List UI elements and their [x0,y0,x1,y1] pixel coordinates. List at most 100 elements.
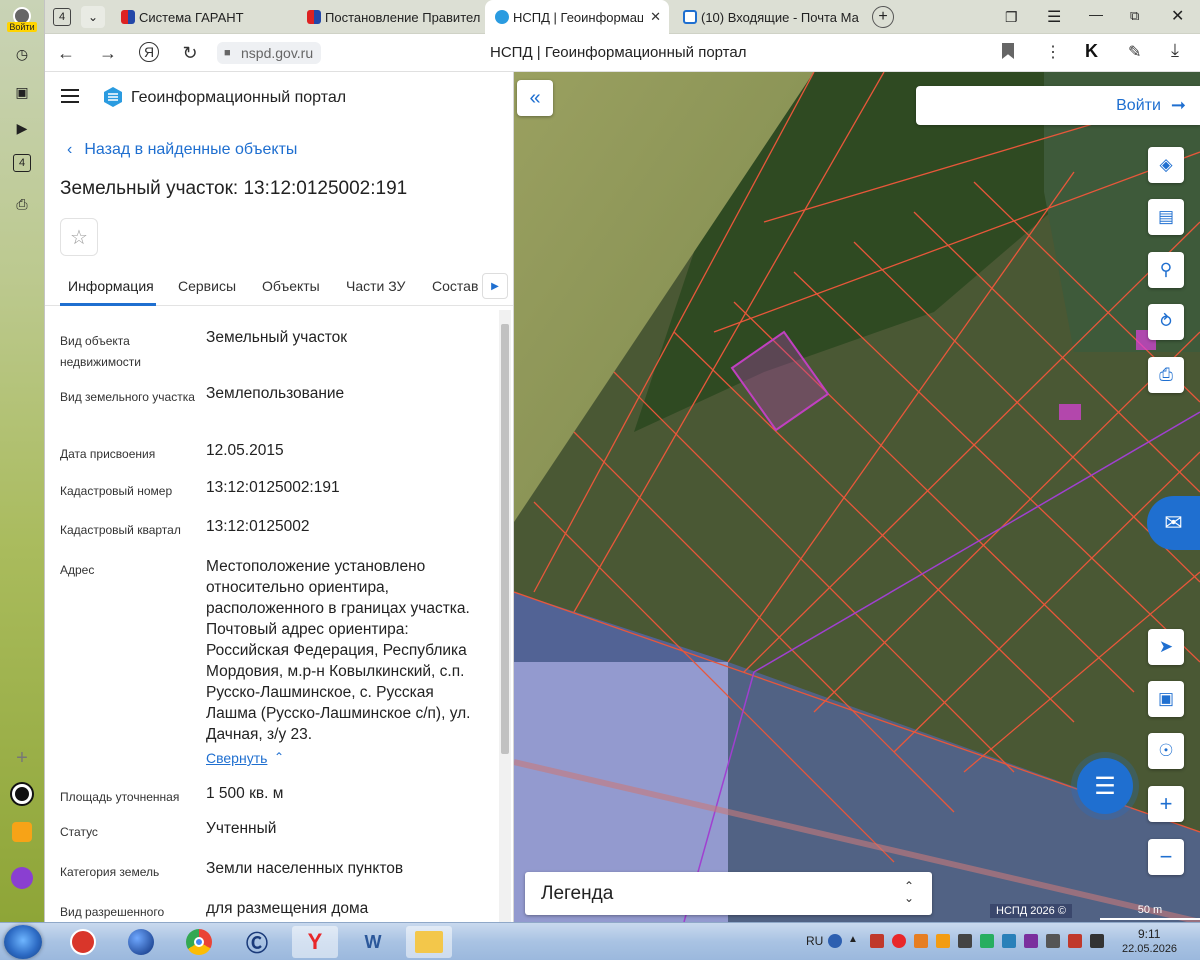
assistant-icon[interactable] [10,866,34,890]
scrollbar-thumb[interactable] [501,324,509,754]
tray-app-icon[interactable] [1002,934,1016,948]
tray-app-icon[interactable] [1068,934,1082,948]
portal-name[interactable]: Геоинформационный портал [131,89,346,107]
property-value: 13:12:0125002 [206,518,310,535]
login-label: Войти [1116,96,1161,114]
close-tab-icon[interactable]: ✕ [650,9,661,25]
play-icon[interactable]: ▶ [10,116,34,140]
property-label: Вид объекта недвижимости [60,334,141,369]
ruler-icon[interactable]: ▤ [1148,199,1184,235]
reload-icon[interactable]: ↻ [179,42,201,64]
clock-time[interactable]: 9:11 [1138,927,1160,941]
tab-title: (10) Входящие - Почта Ма [701,9,859,25]
tab-info[interactable]: Информация [68,278,154,294]
object-panel: Геоинформационный портал ‹ Назад в найден… [45,72,514,922]
c-app-icon[interactable]: Ⓒ [234,926,280,958]
garant-app-icon[interactable] [60,926,106,958]
kaspersky-icon[interactable]: K [1085,41,1098,62]
tray-app-icon[interactable] [980,934,994,948]
property-label: Кадастровый квартал [60,523,181,537]
volume-icon[interactable] [958,934,972,948]
panel-scrollbar[interactable] [499,310,511,922]
location-search-icon[interactable]: ☉ [1148,733,1184,769]
hamburger-menu-icon[interactable] [61,89,79,103]
favorite-star-icon[interactable]: ☆ [60,218,98,256]
tab-count-badge[interactable]: 4 [53,8,71,26]
profile-login-label: Войти [7,21,37,32]
tab-mail[interactable]: (10) Входящие - Почта Ма [673,0,859,34]
chrome-icon[interactable] [176,926,222,958]
tabs-scroll-right-icon[interactable]: ▶ [482,273,508,299]
collapse-address-link[interactable]: Свернуть [206,750,267,766]
add-icon[interactable]: + [10,746,34,770]
word-icon[interactable]: W [350,926,396,958]
chevron-up-icon[interactable]: ⌃ [274,750,284,764]
forward-icon[interactable]: → [97,42,119,64]
clock-date[interactable]: 22.05.2026 [1122,943,1177,955]
downloads-icon[interactable]: ⤓ [1171,40,1179,61]
yandex-icon[interactable]: Я [139,42,159,62]
expand-collapse-icon[interactable]: ⌃ ⌄ [904,880,914,904]
chat-icon[interactable]: ☰ [1077,758,1133,814]
layers-icon[interactable]: ◈ [1148,147,1184,183]
login-button[interactable]: Войти ➞ [916,86,1200,125]
profile-icon[interactable]: Войти [7,4,37,34]
collections-icon[interactable]: ▣ [10,80,34,104]
zoom-out-icon[interactable]: − [1148,839,1184,875]
tray-app-icon[interactable] [914,934,928,948]
menu-icon[interactable]: ☰ [1047,7,1061,27]
history-icon[interactable]: ◷ [10,42,34,66]
tray-expand-icon[interactable]: ▲ [848,934,862,948]
network-icon[interactable] [1090,934,1104,948]
print-icon[interactable]: ⎙ [1148,357,1184,393]
browser-globe-icon[interactable] [118,926,164,958]
mail-icon[interactable] [10,820,34,844]
tray-app-icon[interactable] [936,934,950,948]
restore-icon[interactable]: ⧉ [1130,8,1139,24]
lock-icon: ■ [224,47,231,59]
help-icon[interactable] [828,934,842,948]
tab-parts[interactable]: Части ЗУ [346,278,405,294]
tab-objects[interactable]: Объекты [262,278,320,294]
tab-services[interactable]: Сервисы [178,278,236,294]
minimize-icon[interactable]: — [1089,6,1103,22]
gosuslugi-feedback-icon[interactable]: ✉ [1147,496,1200,550]
building-marker [1059,404,1081,420]
property-label: Площадь уточненная [60,790,180,804]
tab-garant[interactable]: Система ГАРАНТ [111,0,295,34]
back-to-results-link[interactable]: ‹ Назад в найденные объекты [67,141,297,159]
signal-icon[interactable] [870,934,884,948]
more-icon[interactable]: ⋮ [1045,42,1061,62]
map-view[interactable]: « Войти ➞ ◈ ▤ ⚲ ⥁ ⎙ ✉ ➤ ▣ ☉ + − ☰ Легенд… [514,72,1200,922]
tabs-count-icon[interactable]: 4 [13,154,31,172]
back-icon[interactable]: ← [55,42,77,64]
tab-postanovlenie[interactable]: Постановление Правител [297,0,483,34]
tab-nspd[interactable]: НСПД | Геоинформаци ✕ [485,0,669,34]
bookmarks-window-icon[interactable]: ❐ [1005,9,1018,26]
alice-icon[interactable] [10,782,34,806]
bookmark-icon[interactable] [1002,43,1014,59]
tray-app-icon[interactable] [1046,934,1060,948]
geolocation-icon[interactable]: ➤ [1148,629,1184,665]
browser-sidebar: Войти ◷ ▣ ▶ 4 ⎙ + [0,0,45,922]
yandex-browser-icon[interactable]: Y [292,926,338,958]
chevron-left-icon: ‹ [67,141,73,158]
share-icon[interactable]: ⥁ [1148,304,1184,340]
zoom-in-icon[interactable]: + [1148,786,1184,822]
legend-panel[interactable]: Легенда ⌃ ⌄ [525,872,932,915]
url-field[interactable]: ■ nspd.gov.ru [217,42,322,64]
onenote-icon[interactable] [1024,934,1038,948]
language-indicator[interactable]: RU [806,934,823,948]
extensions-icon[interactable]: ✎ [1128,42,1141,62]
tab-composition[interactable]: Состав [432,278,478,294]
explorer-icon[interactable] [406,926,452,958]
tabs-dropdown-icon[interactable]: ⌄ [81,6,105,28]
collapse-panel-icon[interactable]: « [517,80,553,116]
area-search-icon[interactable]: ⚲ [1148,252,1184,288]
yandex-tray-icon[interactable] [892,934,906,948]
start-button-icon[interactable] [4,925,42,959]
close-window-icon[interactable]: ✕ [1171,6,1184,26]
new-tab-icon[interactable]: + [872,6,894,28]
basemap-icon[interactable]: ▣ [1148,681,1184,717]
screenshot-icon[interactable]: ⎙ [10,192,34,216]
